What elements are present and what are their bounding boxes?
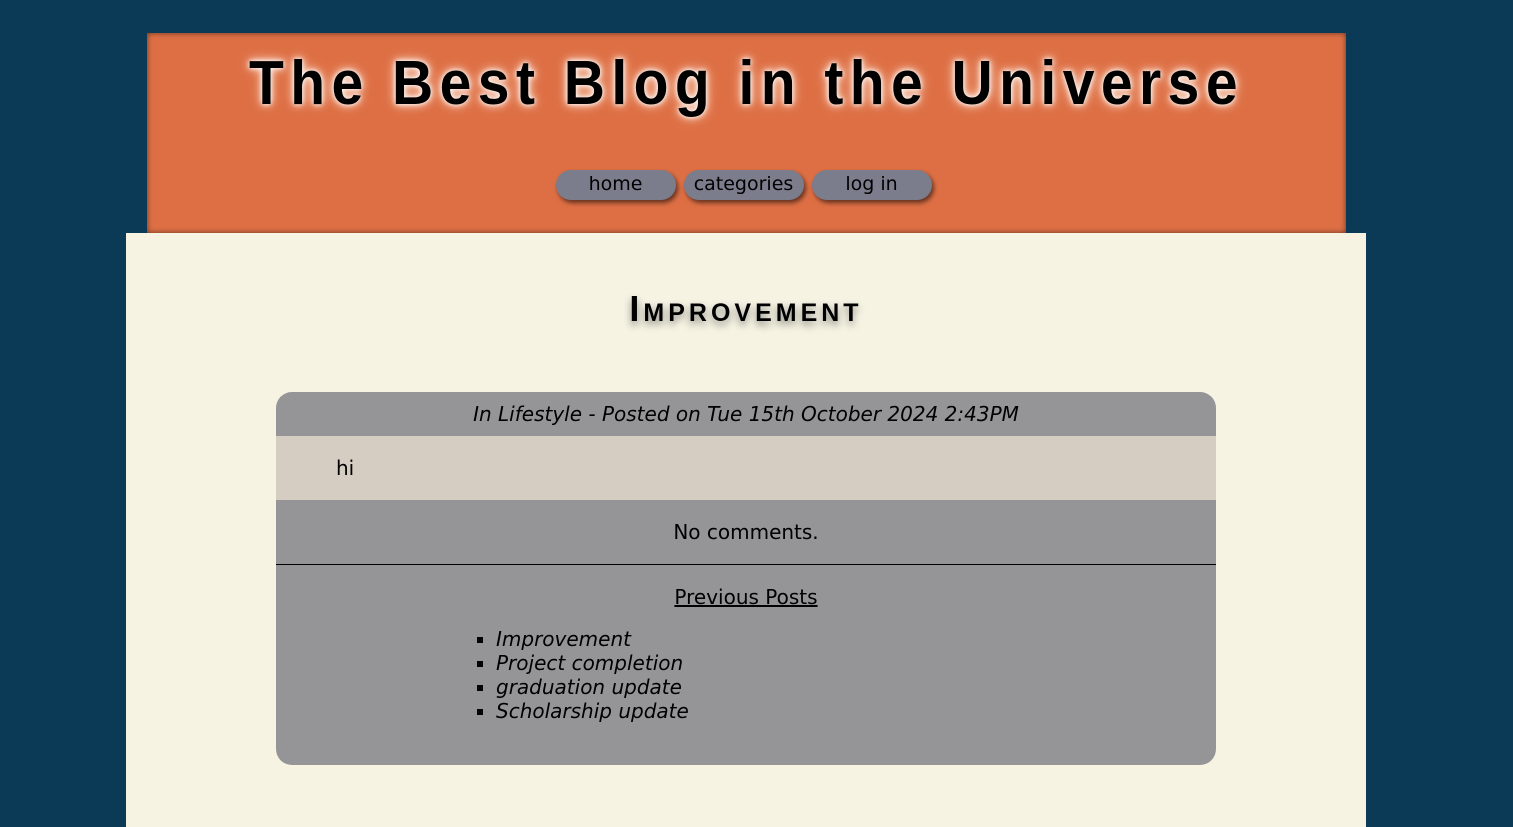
post-meta: In Lifestyle - Posted on Tue 15th Octobe… [473,402,1019,426]
site-title: The Best Blog in the Universe [248,49,1244,118]
nav-home-button[interactable]: home [555,170,676,200]
post-body: hi [276,436,1216,500]
comments-status: No comments. [276,500,1216,565]
site-header: The Best Blog in the Universe home categ… [147,33,1346,233]
post-title: Improvement [629,288,863,329]
post-card: In Lifestyle - Posted on Tue 15th Octobe… [276,392,1216,765]
nav-login-button[interactable]: log in [811,170,932,200]
previous-post-link[interactable]: Improvement [496,627,1216,651]
previous-posts-list: Improvement Project completion graduatio… [276,627,1216,723]
previous-post-link[interactable]: Project completion [496,651,1216,675]
main-nav: home categories log in [147,170,1346,200]
nav-categories-button[interactable]: categories [683,170,804,200]
previous-post-link[interactable]: Scholarship update [496,699,1216,723]
previous-posts-heading: Previous Posts [674,585,818,609]
main-content: Improvement In Lifestyle - Posted on Tue… [126,233,1366,827]
previous-post-link[interactable]: graduation update [496,675,1216,699]
